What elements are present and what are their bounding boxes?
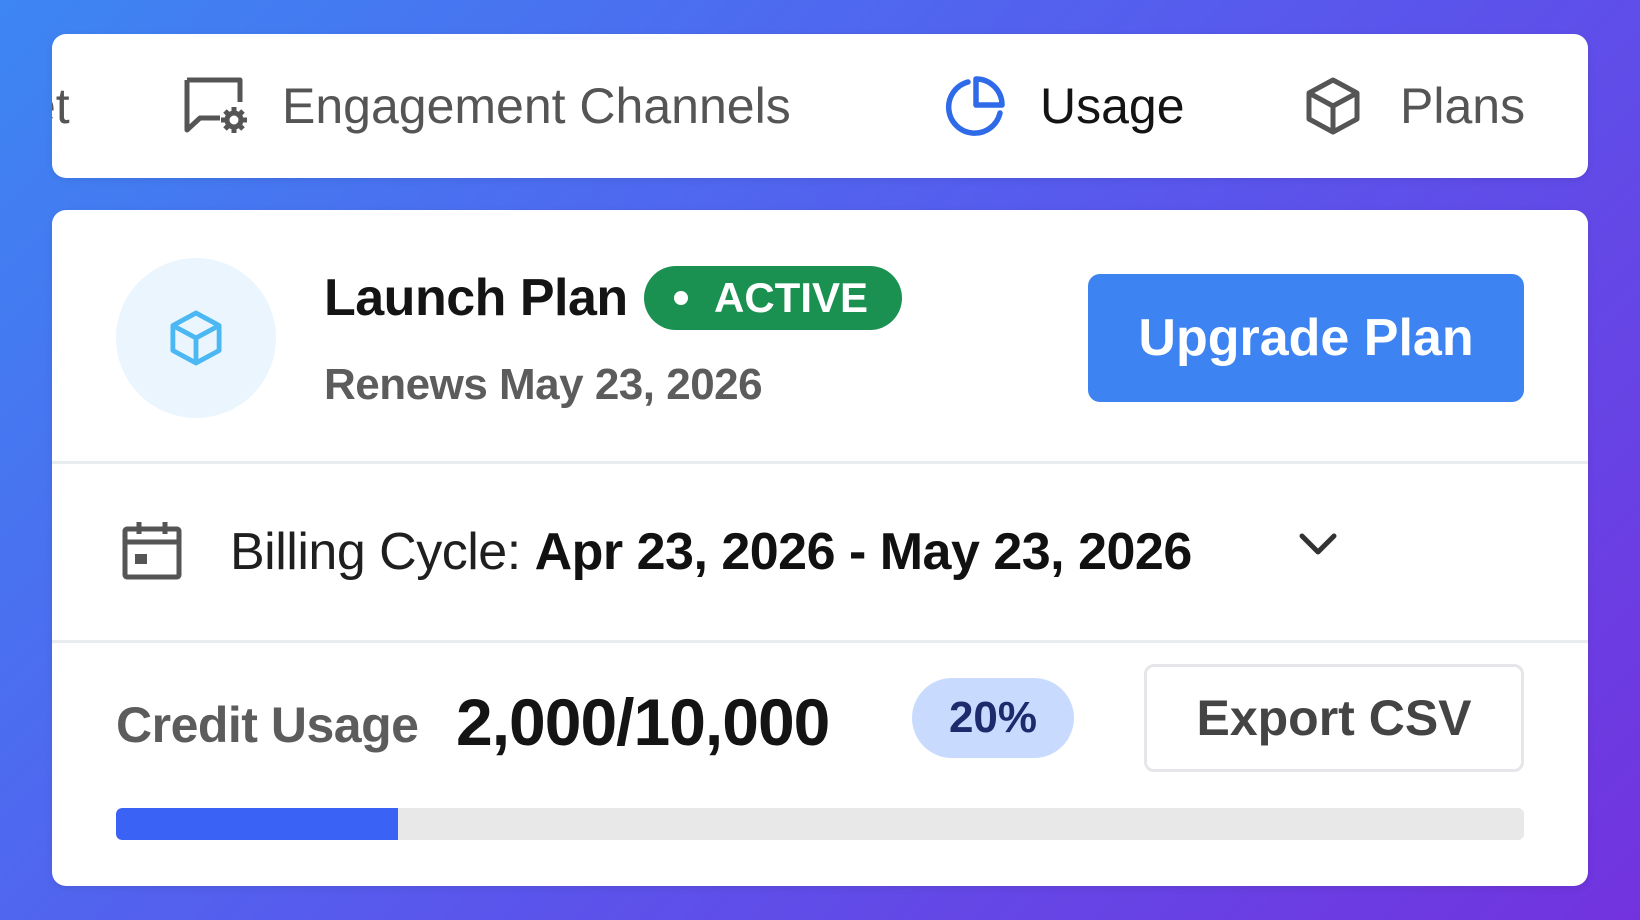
plan-avatar bbox=[116, 258, 276, 418]
tab-bar: et Engagement Channels Usage Plans bbox=[52, 34, 1588, 178]
billing-cycle-range: Apr 23, 2026 - May 23, 2026 bbox=[534, 523, 1193, 581]
tab-previous-label: et bbox=[52, 78, 70, 134]
cube-icon bbox=[1306, 77, 1360, 135]
plan-summary: Launch Plan ACTIVE Renews May 23, 2026 U… bbox=[52, 210, 1588, 463]
billing-cycle-label: Billing Cycle: bbox=[230, 523, 521, 581]
divider bbox=[52, 640, 1588, 643]
renewal-date: Renews May 23, 2026 bbox=[324, 360, 763, 409]
billing-cycle-text: Billing Cycle: Apr 23, 2026 - May 23, 20… bbox=[230, 522, 1192, 582]
credit-usage-label: Credit Usage bbox=[116, 697, 419, 753]
tab-usage[interactable]: Usage bbox=[944, 34, 1185, 178]
credit-usage-progress-fill bbox=[116, 808, 398, 840]
pie-chart-icon bbox=[945, 76, 1005, 136]
credit-usage-value: 2,000/10,000 bbox=[456, 685, 830, 759]
tab-usage-label: Usage bbox=[1040, 78, 1185, 134]
upgrade-plan-button[interactable]: Upgrade Plan bbox=[1088, 274, 1524, 402]
cube-icon bbox=[170, 310, 222, 366]
credit-usage-progress-bar bbox=[116, 808, 1524, 840]
tab-previous[interactable]: et bbox=[52, 34, 70, 178]
status-badge-label: ACTIVE bbox=[714, 274, 869, 321]
chevron-down-icon bbox=[1299, 533, 1337, 555]
tab-plans[interactable]: Plans bbox=[1306, 34, 1525, 178]
tab-engagement-channels[interactable]: Engagement Channels bbox=[184, 34, 791, 178]
tab-engagement-channels-label: Engagement Channels bbox=[282, 78, 791, 134]
plan-name: Launch Plan bbox=[324, 269, 628, 327]
status-dot bbox=[674, 291, 688, 305]
calendar-icon bbox=[122, 522, 182, 580]
export-csv-button[interactable]: Export CSV bbox=[1144, 664, 1524, 772]
billing-cycle-selector[interactable]: Billing Cycle: Apr 23, 2026 - May 23, 20… bbox=[52, 464, 1588, 640]
credit-usage-percent-badge: 20% bbox=[912, 678, 1074, 758]
usage-card: Launch Plan ACTIVE Renews May 23, 2026 U… bbox=[52, 210, 1588, 886]
tab-plans-label: Plans bbox=[1400, 78, 1526, 134]
chat-settings-icon bbox=[184, 77, 247, 133]
status-badge: ACTIVE bbox=[644, 266, 903, 330]
